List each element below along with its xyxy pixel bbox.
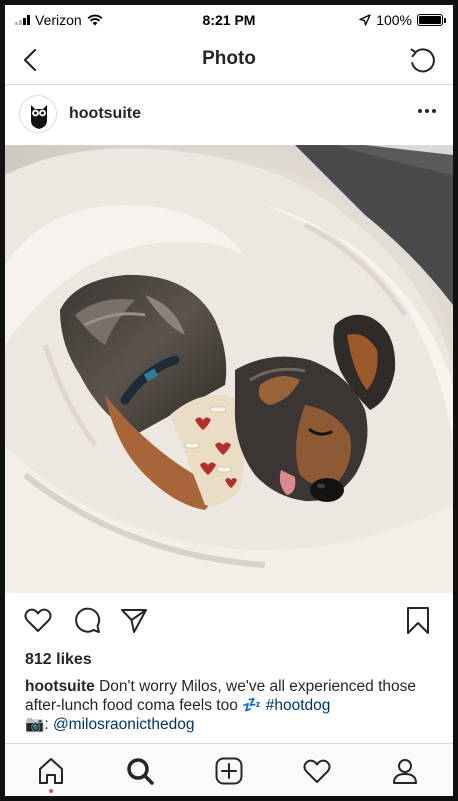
profile-icon [393, 759, 417, 784]
zzz-emoji: 💤 [242, 697, 262, 714]
tab-home[interactable] [36, 756, 66, 786]
likes-count[interactable]: 812 likes [25, 651, 92, 669]
refresh-button[interactable] [407, 45, 437, 75]
status-right: 100% [359, 12, 446, 28]
hashtag-link[interactable]: #hootdog [266, 697, 331, 714]
post-caption: hootsuite Don't worry Milos, we've all e… [25, 677, 435, 734]
battery-level-fill [419, 16, 441, 24]
page-title: Photo [202, 48, 256, 69]
phone-frame: Verizon 8:21 PM 100% Photo hootsuite 812… [0, 0, 458, 801]
nav-header: Photo [5, 35, 453, 85]
activity-heart-icon [303, 759, 331, 783]
status-bar: Verizon 8:21 PM 100% [5, 5, 453, 35]
refresh-icon [410, 48, 435, 73]
comment-button[interactable] [72, 605, 102, 635]
send-icon [121, 609, 147, 633]
tab-profile[interactable] [390, 756, 420, 786]
home-notification-dot [49, 789, 53, 793]
location-arrow-icon [359, 14, 371, 26]
like-button[interactable] [23, 605, 53, 635]
caption-author[interactable]: hootsuite [25, 678, 95, 695]
post-photo[interactable] [5, 145, 453, 593]
sleeping-dog-photo [5, 145, 453, 593]
home-icon [39, 758, 63, 784]
tab-add-post[interactable] [214, 756, 244, 786]
bookmark-icon [407, 607, 429, 634]
ellipsis-icon [418, 109, 436, 113]
mention-link[interactable]: @milosraonicthedog [53, 716, 195, 733]
avatar[interactable] [19, 95, 57, 133]
mention-prefix: : [44, 716, 49, 733]
tab-search[interactable] [125, 756, 155, 786]
battery-icon [417, 14, 446, 26]
owl-logo [31, 105, 47, 129]
post-username[interactable]: hootsuite [69, 105, 141, 123]
more-options-button[interactable] [415, 99, 439, 123]
bottom-tab-bar [5, 743, 453, 796]
tab-activity[interactable] [302, 756, 332, 786]
add-icon [215, 757, 243, 785]
post-header: hootsuite [5, 85, 453, 145]
search-icon [127, 758, 154, 785]
comment-icon [75, 607, 101, 633]
save-button[interactable] [403, 605, 433, 635]
heart-icon [24, 608, 52, 632]
post-actions [5, 593, 453, 647]
battery-percent: 100% [376, 12, 412, 28]
camera-emoji: 📷 [25, 716, 45, 733]
share-button[interactable] [119, 605, 149, 635]
